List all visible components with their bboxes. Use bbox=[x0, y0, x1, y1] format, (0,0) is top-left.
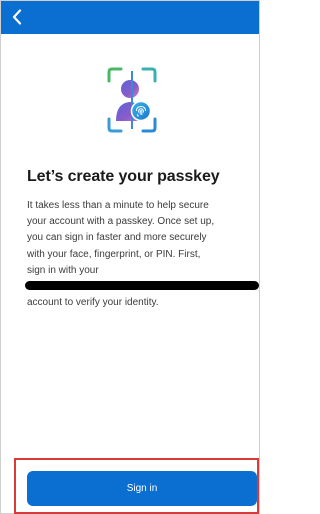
chevron-left-icon bbox=[12, 9, 22, 25]
description-tail: account to verify your identity. bbox=[27, 297, 159, 309]
description-text: It takes less than a minute to help secu… bbox=[25, 198, 259, 311]
sign-in-button[interactable]: Sign in bbox=[27, 471, 257, 506]
description-line: sign in with your bbox=[27, 264, 99, 276]
passkey-person-fingerprint-icon bbox=[107, 67, 157, 133]
app-window: Let’s create your passkey It takes less … bbox=[0, 0, 260, 514]
top-app-bar bbox=[1, 1, 259, 34]
description-line: with your face, fingerprint, or PIN. Fir… bbox=[27, 248, 201, 260]
description-line: your account with a passkey. Once set up… bbox=[27, 216, 215, 228]
redacted-email bbox=[25, 279, 259, 295]
passkey-illustration bbox=[107, 67, 157, 133]
page-title: Let’s create your passkey bbox=[27, 168, 220, 185]
description-line: It takes less than a minute to help secu… bbox=[27, 200, 209, 211]
back-button[interactable] bbox=[7, 6, 27, 28]
description-line: you can sign in faster and more securely bbox=[27, 232, 207, 244]
